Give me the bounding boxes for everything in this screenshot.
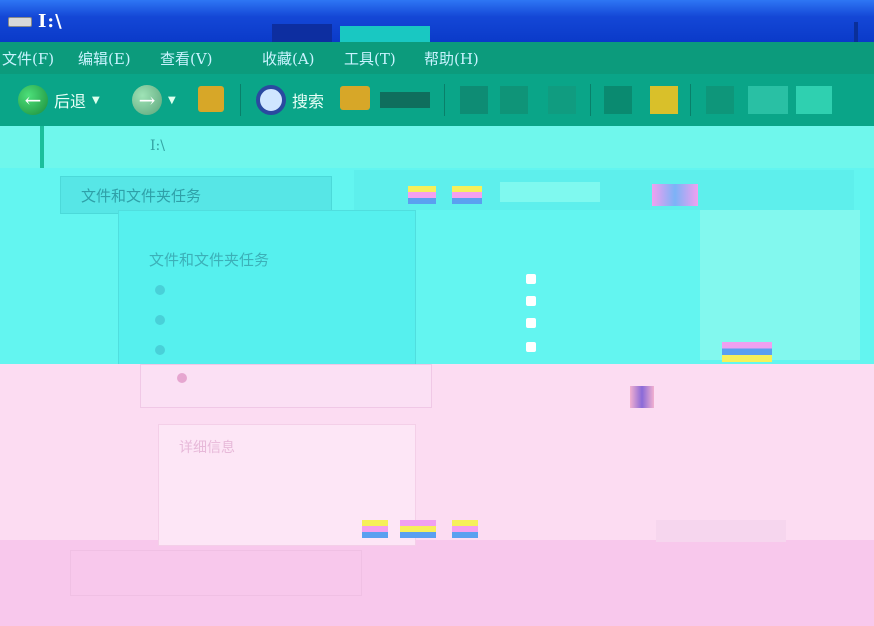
menu-bar: 文件(F) 编辑(E) 查看(V) 收藏(A) 工具(T) 帮助(H)	[0, 42, 874, 74]
search-icon	[256, 85, 286, 115]
title-bar-edge	[854, 22, 858, 42]
glitch-block	[400, 520, 436, 538]
task-item[interactable]	[155, 345, 175, 355]
menu-help[interactable]: 帮助(H)	[424, 48, 479, 69]
file-item-marker	[526, 342, 536, 352]
task-icon	[155, 345, 165, 355]
glitch-block	[656, 520, 786, 542]
more-icon[interactable]	[796, 86, 832, 114]
tasks-header: 文件和文件夹任务	[149, 251, 270, 269]
file-item-marker	[526, 274, 536, 284]
toolbar-separator	[590, 84, 591, 116]
glitch-block	[380, 92, 430, 108]
back-dropdown-icon[interactable]: ▼	[92, 95, 100, 106]
address-input[interactable]: I:\	[150, 138, 165, 154]
toolbar-separator	[690, 84, 691, 116]
file-item-marker	[526, 296, 536, 306]
search-label: 搜索	[292, 92, 325, 111]
undo-icon[interactable]	[650, 86, 678, 114]
drive-icon	[8, 15, 32, 27]
task-item[interactable]	[155, 315, 175, 325]
glitch-block	[272, 24, 332, 42]
glitch-block	[652, 184, 698, 206]
file-list-panel	[700, 210, 860, 360]
file-item-marker	[526, 318, 536, 328]
views-icon[interactable]	[706, 86, 734, 114]
menu-tools[interactable]: 工具(T)	[344, 48, 396, 69]
glitch-block	[452, 520, 478, 538]
forward-arrow-icon: →	[132, 85, 162, 115]
toolbar-separator	[240, 84, 241, 116]
folder-up-icon	[198, 86, 224, 112]
menu-edit[interactable]: 编辑(E)	[78, 48, 131, 69]
task-row[interactable]	[140, 364, 432, 408]
back-button[interactable]: ← 后退 ▼	[18, 85, 100, 115]
toolbar-separator	[444, 84, 445, 116]
task-icon	[155, 285, 165, 295]
menu-file[interactable]: 文件(F)	[2, 48, 54, 69]
task-item[interactable]	[155, 285, 175, 295]
glitch-block	[362, 520, 388, 538]
forward-dropdown-icon[interactable]: ▼	[168, 95, 176, 106]
glitch-block	[500, 182, 600, 202]
back-label: 后退	[54, 92, 87, 111]
forward-button[interactable]: → ▼	[132, 85, 176, 115]
copy-to-icon[interactable]	[500, 86, 528, 114]
left-pane-header[interactable]: 文件和文件夹任务	[60, 176, 332, 214]
glitch-block	[722, 342, 772, 362]
address-bar: I:\	[0, 126, 874, 206]
folders-button[interactable]	[340, 86, 370, 110]
details-header: 详细信息	[179, 440, 235, 456]
glitch-block	[408, 186, 436, 204]
views-menu-icon[interactable]	[748, 86, 788, 114]
window-title: I:\	[38, 10, 63, 32]
left-pane-header-label: 文件和文件夹任务	[81, 187, 202, 205]
glitch-block	[452, 186, 482, 204]
move-to-icon[interactable]	[460, 86, 488, 114]
menu-view[interactable]: 查看(V)	[160, 48, 213, 69]
paste-icon[interactable]	[548, 86, 576, 114]
task-item[interactable]	[177, 373, 197, 383]
menu-favorites[interactable]: 收藏(A)	[262, 48, 315, 69]
up-button[interactable]	[198, 86, 224, 112]
task-icon	[177, 373, 187, 383]
glitch-block	[340, 26, 430, 42]
file-tasks-panel: 文件和文件夹任务	[118, 210, 416, 372]
folders-icon	[340, 86, 370, 110]
toolbar: ← 后退 ▼ → ▼ 搜索	[0, 74, 874, 126]
task-icon	[155, 315, 165, 325]
delete-icon[interactable]	[604, 86, 632, 114]
glitch-block	[630, 386, 654, 408]
title-bar: I:\	[0, 0, 874, 42]
back-arrow-icon: ←	[18, 85, 48, 115]
search-button[interactable]: 搜索	[256, 85, 324, 115]
bottom-frame	[70, 550, 362, 596]
